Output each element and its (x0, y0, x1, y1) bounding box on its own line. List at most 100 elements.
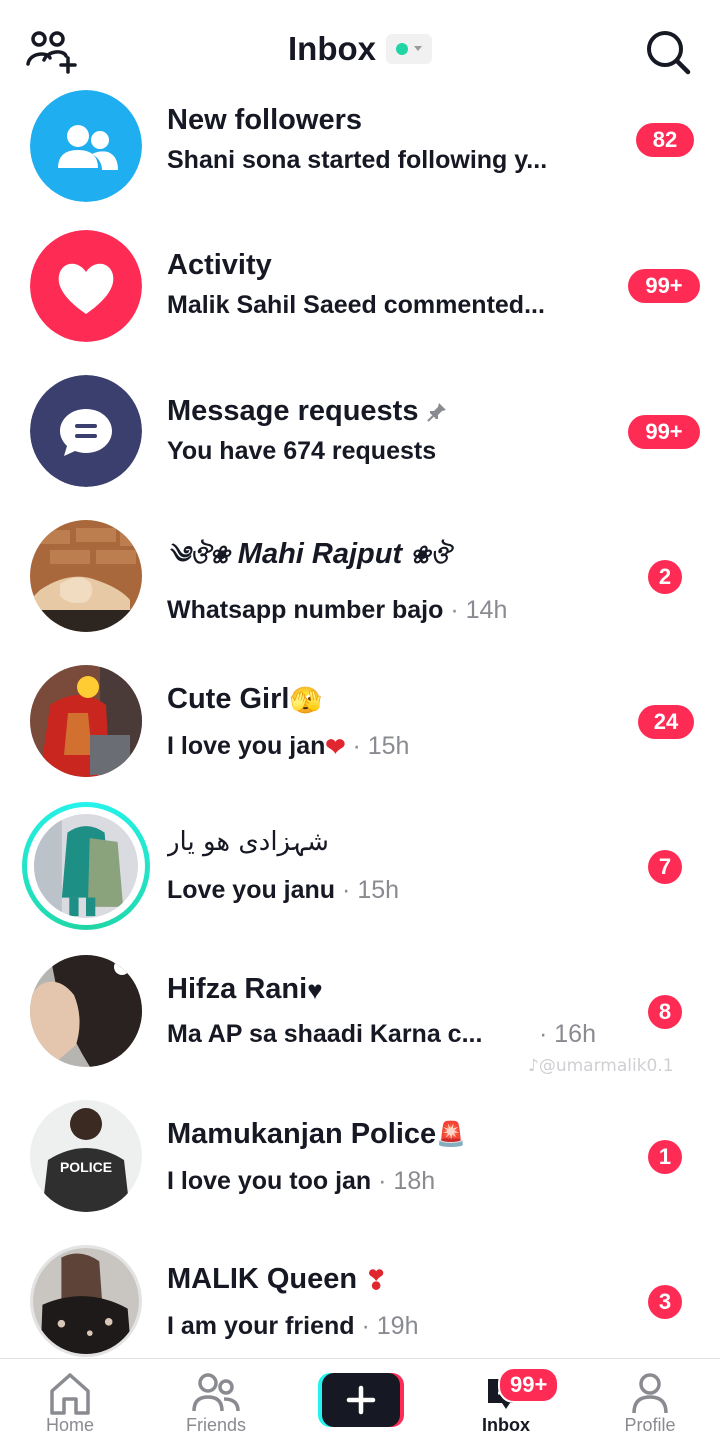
row-message: Ma AP sa shaadi Karna c... (167, 1020, 483, 1049)
row-title: Hifza Rani♥ (167, 970, 607, 1009)
nav-friends[interactable]: Friends (156, 1371, 276, 1436)
new-followers-avatar (30, 90, 142, 202)
page-title: Inbox (288, 30, 376, 67)
unread-badge: 82 (636, 123, 694, 157)
contact-name: Hifza Rani (167, 973, 308, 1005)
unread-badge: 3 (648, 1285, 682, 1319)
conversation-row[interactable]: ༄ঔ❀ Mahi Rajput ❀ঔ Whatsapp number bajo … (0, 515, 720, 645)
user-photo (30, 955, 142, 1067)
row-text: Cute Girl🫣 I love you jan❤ · 15h (167, 680, 607, 765)
chat-bubble-icon (30, 375, 142, 487)
conversation-row[interactable]: POLICE Mamukanjan Police🚨 I love you too… (0, 1095, 720, 1225)
online-status-toggle[interactable] (386, 34, 432, 64)
name-decoration: ༄ঔ❀ (167, 542, 230, 569)
row-text: Mamukanjan Police🚨 I love you too jan · … (167, 1115, 607, 1198)
unread-badge: 8 (648, 995, 682, 1029)
inbox-row-new-followers[interactable]: New followers Shani sona started followi… (0, 80, 720, 210)
contact-name: Mahi Rajput (237, 538, 403, 570)
conversation-row[interactable]: شہزادی ھو یار Love you janu · 15h 7 (0, 802, 720, 935)
contact-name: Mamukanjan Police (167, 1118, 437, 1150)
row-message: Malik Sahil Saeed commented... (167, 291, 545, 319)
row-message: I love you jan (167, 732, 326, 761)
create-button[interactable] (318, 1373, 404, 1427)
row-title: Message requests (167, 392, 607, 430)
row-message: Love you janu (167, 876, 336, 904)
nav-friends-label: Friends (185, 1415, 247, 1435)
row-title: Cute Girl🫣 (167, 680, 607, 719)
people-icon (30, 90, 142, 202)
row-subtitle: Malik Sahil Saeed commented... (167, 288, 607, 322)
row-time: · 18h (378, 1167, 436, 1196)
row-message: You have 674 requests (167, 437, 437, 465)
avatar (34, 814, 138, 918)
row-text: ༄ঔ❀ Mahi Rajput ❀ঔ Whatsapp number bajo … (167, 535, 607, 627)
row-subtitle: Ma AP sa shaadi Karna c... · 16h (167, 1017, 617, 1051)
avatar (30, 520, 142, 632)
user-photo (34, 814, 138, 918)
siren-icon: 🚨 (436, 1121, 467, 1149)
row-time: · 16h (539, 1020, 596, 1049)
row-time: · 15h (352, 732, 410, 761)
watermark: ♪@umarmalik0.1 (528, 1056, 674, 1076)
row-subtitle: You have 674 requests (167, 434, 607, 468)
row-time: · 14h (450, 596, 508, 624)
row-time: · 19h (361, 1312, 419, 1341)
home-icon (50, 1373, 90, 1415)
row-message: I am your friend (167, 1312, 355, 1341)
avatar (30, 665, 142, 777)
avatar (30, 955, 142, 1067)
row-text: Activity Malik Sahil Saeed commented... (167, 246, 607, 322)
unread-badge: 99+ (628, 269, 700, 303)
emoji-shy-icon: 🫣 (289, 685, 322, 716)
unread-badge: 99+ (628, 415, 700, 449)
row-title: Activity (167, 249, 272, 281)
bottom-nav: Home Friends Inbox 99+ Profile (0, 1358, 720, 1436)
row-text: Hifza Rani♥ Ma AP sa shaadi Karna c... · … (167, 970, 607, 1051)
inbox-row-activity[interactable]: Activity Malik Sahil Saeed commented... … (0, 225, 720, 355)
unread-badge: 24 (638, 705, 694, 739)
row-text: Message requests You have 674 requests (167, 392, 607, 468)
search-icon[interactable] (644, 28, 692, 76)
avatar (30, 1245, 142, 1357)
heart-icon (30, 230, 142, 342)
conversation-row[interactable]: Cute Girl🫣 I love you jan❤ · 15h 24 (0, 660, 720, 790)
row-title: ༄ঔ❀ Mahi Rajput ❀ঔ (167, 535, 607, 575)
nav-profile[interactable]: Profile (590, 1371, 710, 1436)
row-text: New followers Shani sona started followi… (167, 101, 607, 177)
nav-home-label: Home (45, 1415, 94, 1435)
red-heart-icon: ❤ (325, 733, 346, 761)
unread-badge: 2 (648, 560, 682, 594)
nav-home[interactable]: Home (10, 1371, 130, 1436)
activity-avatar (30, 230, 142, 342)
chevron-down-icon (414, 46, 422, 51)
row-subtitle: Love you janu · 15h (167, 873, 607, 907)
message-requests-avatar (30, 375, 142, 487)
heart-exclamation-icon: ❣ (365, 1265, 387, 1296)
user-photo (33, 1248, 139, 1354)
row-title: شہزادی ھو یار (167, 827, 329, 857)
conversation-row[interactable]: MALIK Queen ❣ I am your friend · 19h 3 (0, 1240, 720, 1370)
row-time: · 15h (342, 876, 400, 904)
row-title: MALIK Queen ❣ (167, 1260, 607, 1299)
row-text: MALIK Queen ❣ I am your friend · 19h (167, 1260, 607, 1343)
unread-badge: 1 (648, 1140, 682, 1174)
user-photo: POLICE (30, 1100, 142, 1212)
police-shirt-text: POLICE (60, 1159, 112, 1175)
inbox-row-message-requests[interactable]: Message requests You have 674 requests 9… (0, 370, 720, 500)
row-message: Whatsapp number bajo (167, 596, 444, 624)
inbox-unread-badge: 99+ (498, 1367, 560, 1403)
online-status-dot (396, 43, 408, 55)
contact-name: Cute Girl (167, 683, 290, 715)
row-subtitle: I love you jan❤ · 15h (167, 729, 607, 764)
unread-badge: 7 (648, 850, 682, 884)
row-message: Shani sona started following y... (167, 146, 548, 174)
user-photo (30, 520, 142, 632)
row-message: I love you too jan (167, 1167, 372, 1196)
title-wrap: Inbox (0, 30, 720, 68)
row-subtitle: Shani sona started following y... (167, 143, 607, 177)
nav-inbox-label: Inbox (482, 1415, 530, 1435)
name-decoration: ❀ঔ (410, 542, 451, 569)
pin-icon (427, 403, 447, 423)
contact-name: MALIK Queen (167, 1263, 358, 1295)
row-title-text: Message requests (167, 395, 419, 427)
